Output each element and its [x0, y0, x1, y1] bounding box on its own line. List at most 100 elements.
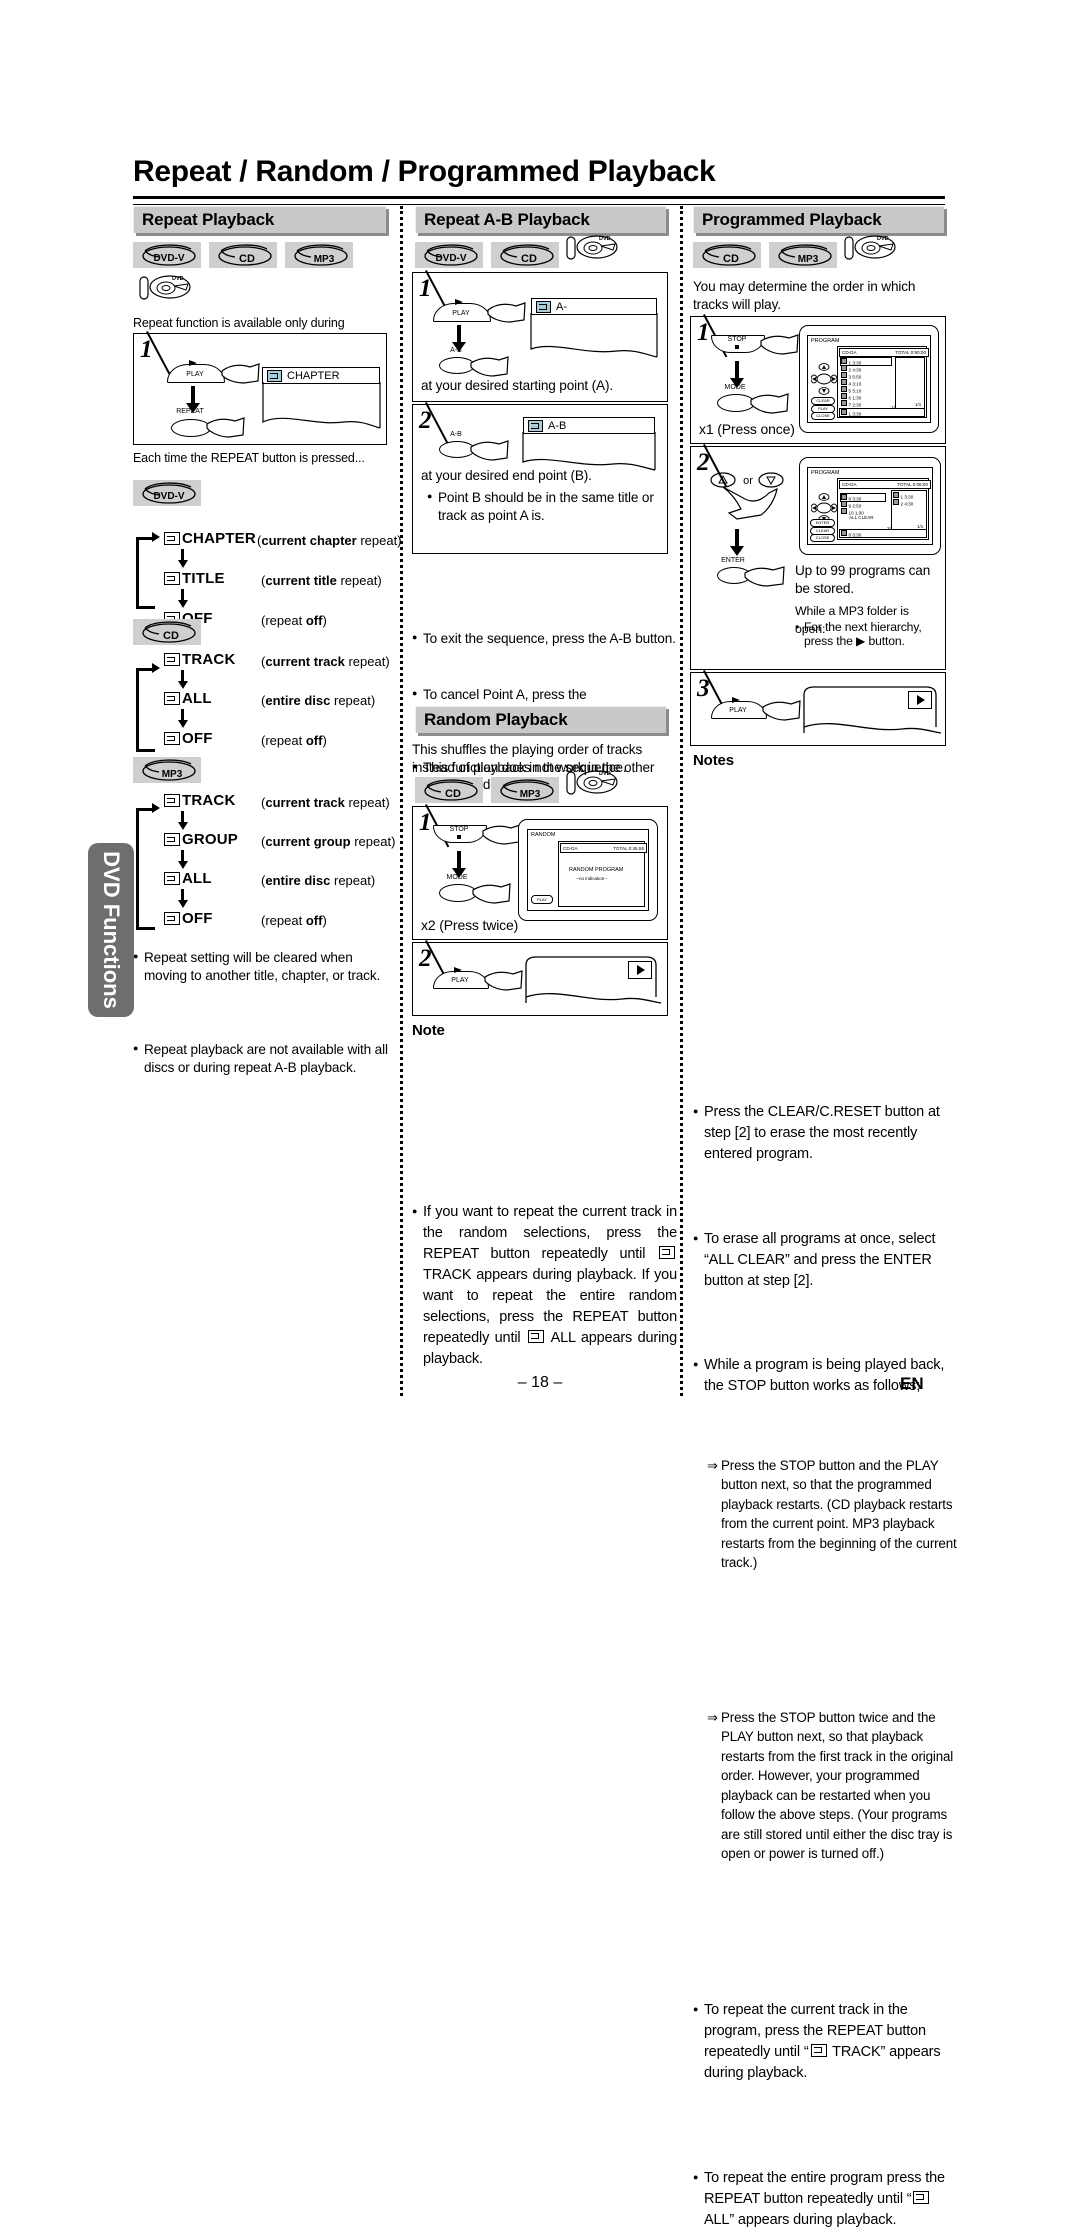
flow-arrow-down — [177, 811, 188, 830]
play-button-label: PLAY — [729, 707, 747, 714]
play-triangle-icon — [455, 299, 463, 305]
mode-button-label: MODE — [724, 384, 746, 391]
screen-total-time: TOTAL 0:45.55 — [613, 845, 644, 851]
repeat-icon — [164, 692, 180, 705]
title-divider — [133, 196, 945, 205]
flow-label: TRACK — [182, 651, 236, 668]
track-marker-icon — [841, 530, 847, 536]
flow-item-cd-track: TRACK — [162, 651, 236, 668]
flow-desc-dvd-off: (repeat off) — [261, 613, 327, 628]
flow-desc-dvd-title: (current title repeat) — [261, 573, 382, 588]
screen-page-right: 1/1 — [915, 402, 922, 407]
badge-cd-flow: CD — [133, 619, 201, 645]
track-marker-icon — [841, 501, 847, 507]
flow-label: OFF — [182, 910, 213, 927]
screen-line-2: --no indication-- — [576, 876, 608, 881]
disc-tray-icon: DVD — [565, 232, 621, 266]
programmed-step-2: 2 or ENTER PROGRAM CD-DA TOTAL 0:08:00 8… — [690, 444, 946, 704]
repeat-icon — [267, 369, 282, 382]
screen-key-clear: CLEAR — [811, 397, 835, 405]
screen-title: PROGRAM — [811, 470, 840, 476]
step-caption: at your desired end point (B). — [421, 468, 592, 483]
repeat-icon — [164, 872, 180, 885]
svg-text:MP3: MP3 — [162, 769, 183, 780]
repeat-after-step-text: Each time the REPEAT button is pressed..… — [133, 451, 365, 465]
hand-icon — [750, 393, 789, 414]
repeat-icon — [536, 300, 551, 313]
screen-header-bar: CD-DA TOTAL 0:45.55 — [560, 843, 647, 853]
screen-disc-type: CD-DA — [842, 482, 857, 487]
flow-item-mp3-off: OFF — [162, 910, 213, 927]
programmed-note-4: To repeat the current track in the progr… — [693, 1999, 956, 2084]
screen-total-time: TOTAL 0:08:00 — [897, 482, 928, 487]
svg-text:CD: CD — [521, 253, 537, 265]
programmed-arrow-note-2: Press the STOP button twice and the PLAY… — [707, 1708, 961, 1864]
track-marker-icon — [841, 409, 847, 415]
language-code: EN — [900, 1374, 924, 1393]
badge-mp3-flow: MP3 — [133, 757, 201, 783]
note-part-pre: To repeat the entire program press the R… — [704, 2169, 945, 2207]
random-step-1: 1 STOP MODE RANDOM CD-DA TOTAL 0:45.55 R… — [412, 804, 668, 940]
repeat-icon — [527, 1329, 544, 1343]
random-note-heading: Note — [412, 1022, 445, 1039]
disc-tray-icon: DVD — [843, 232, 899, 266]
osd-text: A-B — [548, 419, 567, 432]
osd-text: CHAPTER — [287, 369, 340, 382]
svg-text:DVD: DVD — [599, 236, 611, 242]
track-marker-icon — [841, 508, 847, 514]
sidebar-tab-label: DVD Functions — [99, 851, 124, 1009]
step2-text: Up to 99 programs can be stored. — [795, 563, 931, 596]
flow-desc-dvd-chapter: (current chapter repeat) — [257, 533, 402, 548]
flow-arrow-down — [177, 850, 188, 869]
mode-button-label: MODE — [446, 874, 468, 881]
screen-footer-text: 1 3:30 — [841, 409, 861, 417]
screen-play-key: PLAY — [531, 895, 553, 904]
play-indicator-icon — [908, 691, 932, 709]
svg-text:CD: CD — [163, 630, 179, 642]
flow-arrow-down — [452, 851, 466, 878]
flow-loop-cd — [136, 668, 155, 752]
svg-text:DVD: DVD — [172, 276, 184, 282]
flow-arrow-down — [177, 670, 188, 689]
badge-dvd-v-ab: DVD-V — [415, 242, 483, 268]
stop-square-icon — [457, 835, 461, 839]
svg-text:DVD-V: DVD-V — [153, 491, 184, 502]
flow-label: TRACK — [182, 792, 236, 809]
svg-text:CD: CD — [723, 253, 739, 265]
badge-cd: CD — [209, 242, 277, 268]
step-caption: x1 (Press once) — [699, 421, 795, 437]
flow-desc-mp3-off: (repeat off) — [261, 913, 327, 928]
flow-label: ALL — [182, 870, 212, 887]
hand-icon — [760, 334, 799, 355]
column-divider-left — [400, 206, 403, 1396]
screen-line-1: RANDOM PROGRAM — [569, 867, 624, 873]
svg-text:CD: CD — [239, 253, 255, 265]
badge-dvd-v-flow: DVD-V — [133, 480, 201, 506]
track-marker-icon — [893, 492, 899, 498]
play-button-label: PLAY — [451, 977, 469, 984]
page-number: – 18 – — [517, 1374, 563, 1391]
badge-cd-ab: CD — [491, 242, 559, 268]
section-header-programmed-playback: Programmed Playback — [693, 206, 944, 233]
flow-item-mp3-all: ALL — [162, 870, 212, 887]
repeat-note-1: Repeat setting will be cleared when movi… — [133, 948, 396, 984]
screen-title: PROGRAM — [811, 338, 840, 344]
flow-desc-cd-track: (current track repeat) — [261, 654, 390, 669]
dpad-icon — [811, 363, 837, 395]
ab-button-label: A-B — [450, 347, 462, 354]
repeat-step-1: 1 PLAY REPEAT CHAPTER — [133, 331, 387, 445]
step2-mp3-bullet-1: For the next hierarchy, press the ▶ butt… — [795, 620, 946, 648]
step-caption: x2 (Press twice) — [421, 917, 519, 933]
track-marker-icon — [841, 372, 847, 378]
random-step-2: 2 PLAY — [412, 940, 668, 1016]
hand-icon — [744, 566, 785, 587]
programmed-notes-heading: Notes — [693, 752, 734, 769]
programmed-step-1: 1 STOP MODE PROGRAM CD-DA TOTAL 0:90:00 … — [690, 314, 946, 444]
stop-square-icon — [735, 345, 739, 349]
programmed-step-3: 3 PLAY — [690, 670, 946, 746]
screen-header-bar: CD-DA TOTAL 0:08:00 — [839, 480, 931, 489]
flow-desc-mp3-track: (current track repeat) — [261, 795, 390, 810]
flow-arrow-down — [177, 549, 188, 568]
flow-item-cd-off: OFF — [162, 730, 213, 747]
flow-loop-dvd — [136, 537, 155, 609]
